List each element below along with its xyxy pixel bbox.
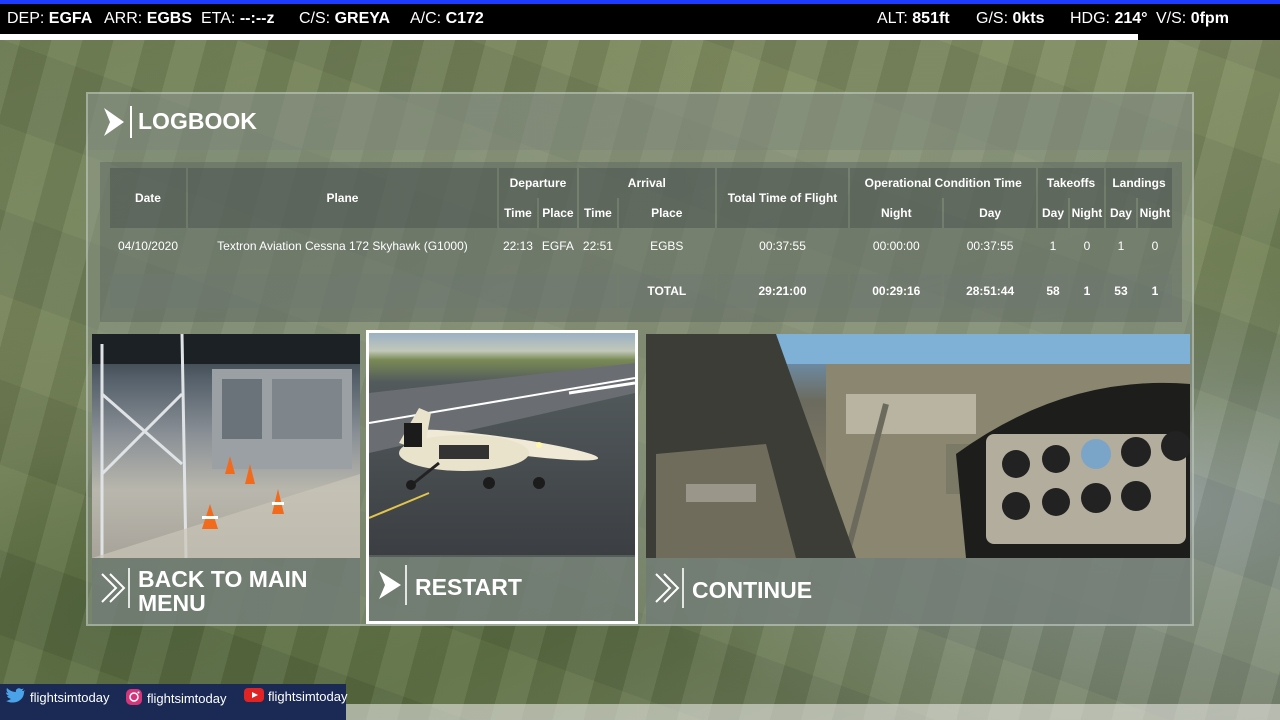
cell-takeoffs-day: 1 <box>1049 239 1057 253</box>
social-links-bar: flightsimtoday flightsimtoday flightsimt… <box>0 684 347 720</box>
col-header-takeoffs: Takeoffs <box>1038 168 1104 198</box>
hud-departure: DEP: EGFA <box>7 10 93 27</box>
continue-label: CONTINUE <box>692 577 813 603</box>
table-total-row: TOTAL 29:21:00 00:29:16 28:51:44 58 1 53… <box>110 274 1172 308</box>
cell-takeoffs-night: 0 <box>1083 239 1091 253</box>
hud-underline-dark <box>1138 34 1280 40</box>
table-row: 04/10/2020 Textron Aviation Cessna 172 S… <box>110 228 1172 264</box>
col-header-departure: Departure <box>498 168 577 198</box>
cell-arr-place: EGBS <box>650 239 684 253</box>
continue-button[interactable]: CONTINUE <box>646 334 1190 624</box>
dialog-header: LOGBOOK <box>88 94 1192 150</box>
col-header-landings-day: Day <box>1105 198 1136 228</box>
cell-arr-time: 22:51 <box>582 239 613 253</box>
restart-label-bar: RESTART <box>369 555 635 621</box>
col-header-op-cond: Operational Condition Time <box>850 168 1037 198</box>
hud-underline <box>0 34 1138 40</box>
total-spacer <box>110 274 617 308</box>
chevron-right-icon <box>377 565 407 605</box>
logbook-dialog: LOGBOOK Date Plane Departure Arrival Tot… <box>86 92 1194 626</box>
youtube-link[interactable]: flightsimtoday <box>244 688 347 705</box>
logbook-table: Date Plane Departure Arrival Total Time … <box>108 168 1174 308</box>
hud-callsign: C/S: GREYA <box>299 10 391 27</box>
back-to-main-menu-label-bar: BACK TO MAIN MENU <box>92 558 360 624</box>
col-header-landings-night: Night <box>1137 198 1172 228</box>
col-header-dep-time: Time <box>498 198 537 228</box>
total-takeoffs-night: 1 <box>1069 274 1104 308</box>
cell-date: 04/10/2020 <box>117 239 178 253</box>
hud-eta: ETA: --:--z <box>201 10 275 27</box>
double-chevron-right-icon <box>654 568 684 608</box>
runway-thumbnail <box>369 333 635 557</box>
hangar-thumbnail <box>92 334 360 558</box>
hud-altitude: ALT: 851ft <box>877 10 950 27</box>
continue-label-bar: CONTINUE <box>646 558 1190 624</box>
col-header-dep-place: Place <box>538 198 577 228</box>
total-landings-day: 53 <box>1105 274 1136 308</box>
hud-vertical-speed: V/S: 0fpm <box>1156 10 1229 27</box>
instagram-icon <box>125 688 143 709</box>
col-header-arr-time: Time <box>578 198 617 228</box>
cell-dep-place: EGFA <box>541 239 574 253</box>
col-header-arrival: Arrival <box>578 168 715 198</box>
hud-groundspeed: G/S: 0kts <box>976 10 1045 27</box>
cell-landings-night: 0 <box>1151 239 1159 253</box>
restart-label: RESTART <box>415 574 522 600</box>
back-to-main-menu-button[interactable]: BACK TO MAIN MENU <box>92 334 360 624</box>
cell-landings-day: 1 <box>1117 239 1125 253</box>
twitter-icon <box>6 688 26 707</box>
hud-heading: HDG: 214° <box>1070 10 1148 27</box>
col-header-takeoffs-night: Night <box>1069 198 1104 228</box>
instagram-link[interactable]: flightsimtoday <box>125 688 226 709</box>
total-takeoffs-day: 58 <box>1038 274 1068 308</box>
cockpit-thumbnail <box>646 334 1190 558</box>
back-to-main-menu-label: BACK TO MAIN MENU <box>138 566 308 616</box>
bottom-strip <box>346 704 1280 720</box>
cell-plane: Textron Aviation Cessna 172 Skyhawk (G10… <box>217 239 468 253</box>
flight-hud-bar: DEP: EGFA ARR: EGBS ETA: --:--z C/S: GRE… <box>0 0 1280 34</box>
restart-button[interactable]: RESTART <box>366 330 638 624</box>
total-label: TOTAL <box>618 274 715 308</box>
total-landings-night: 1 <box>1137 274 1172 308</box>
chevron-right-icon <box>102 106 132 138</box>
cell-day: 00:37:55 <box>966 239 1014 253</box>
col-header-plane: Plane <box>187 168 497 228</box>
total-day: 28:51:44 <box>944 274 1037 308</box>
cell-dep-time: 22:13 <box>502 239 533 253</box>
cell-total-time: 00:37:55 <box>759 239 806 253</box>
logbook-table-container: Date Plane Departure Arrival Total Time … <box>100 162 1182 322</box>
hud-arrival: ARR: EGBS <box>104 10 193 27</box>
col-header-day: Day <box>944 198 1037 228</box>
col-header-landings: Landings <box>1105 168 1172 198</box>
total-night: 00:29:16 <box>850 274 943 308</box>
double-chevron-right-icon <box>100 568 130 608</box>
col-header-arr-place: Place <box>618 198 715 228</box>
hud-aircraft: A/C: C172 <box>410 10 484 27</box>
col-header-date: Date <box>110 168 186 228</box>
youtube-icon <box>244 688 264 705</box>
col-header-takeoffs-day: Day <box>1038 198 1068 228</box>
cell-night: 00:00:00 <box>872 239 920 253</box>
col-header-night: Night <box>850 198 943 228</box>
col-header-total-time: Total Time of Flight <box>716 168 849 228</box>
row-spacer <box>110 264 1172 274</box>
page-title: LOGBOOK <box>138 108 257 134</box>
twitter-link[interactable]: flightsimtoday <box>6 688 109 707</box>
total-time: 29:21:00 <box>716 274 849 308</box>
